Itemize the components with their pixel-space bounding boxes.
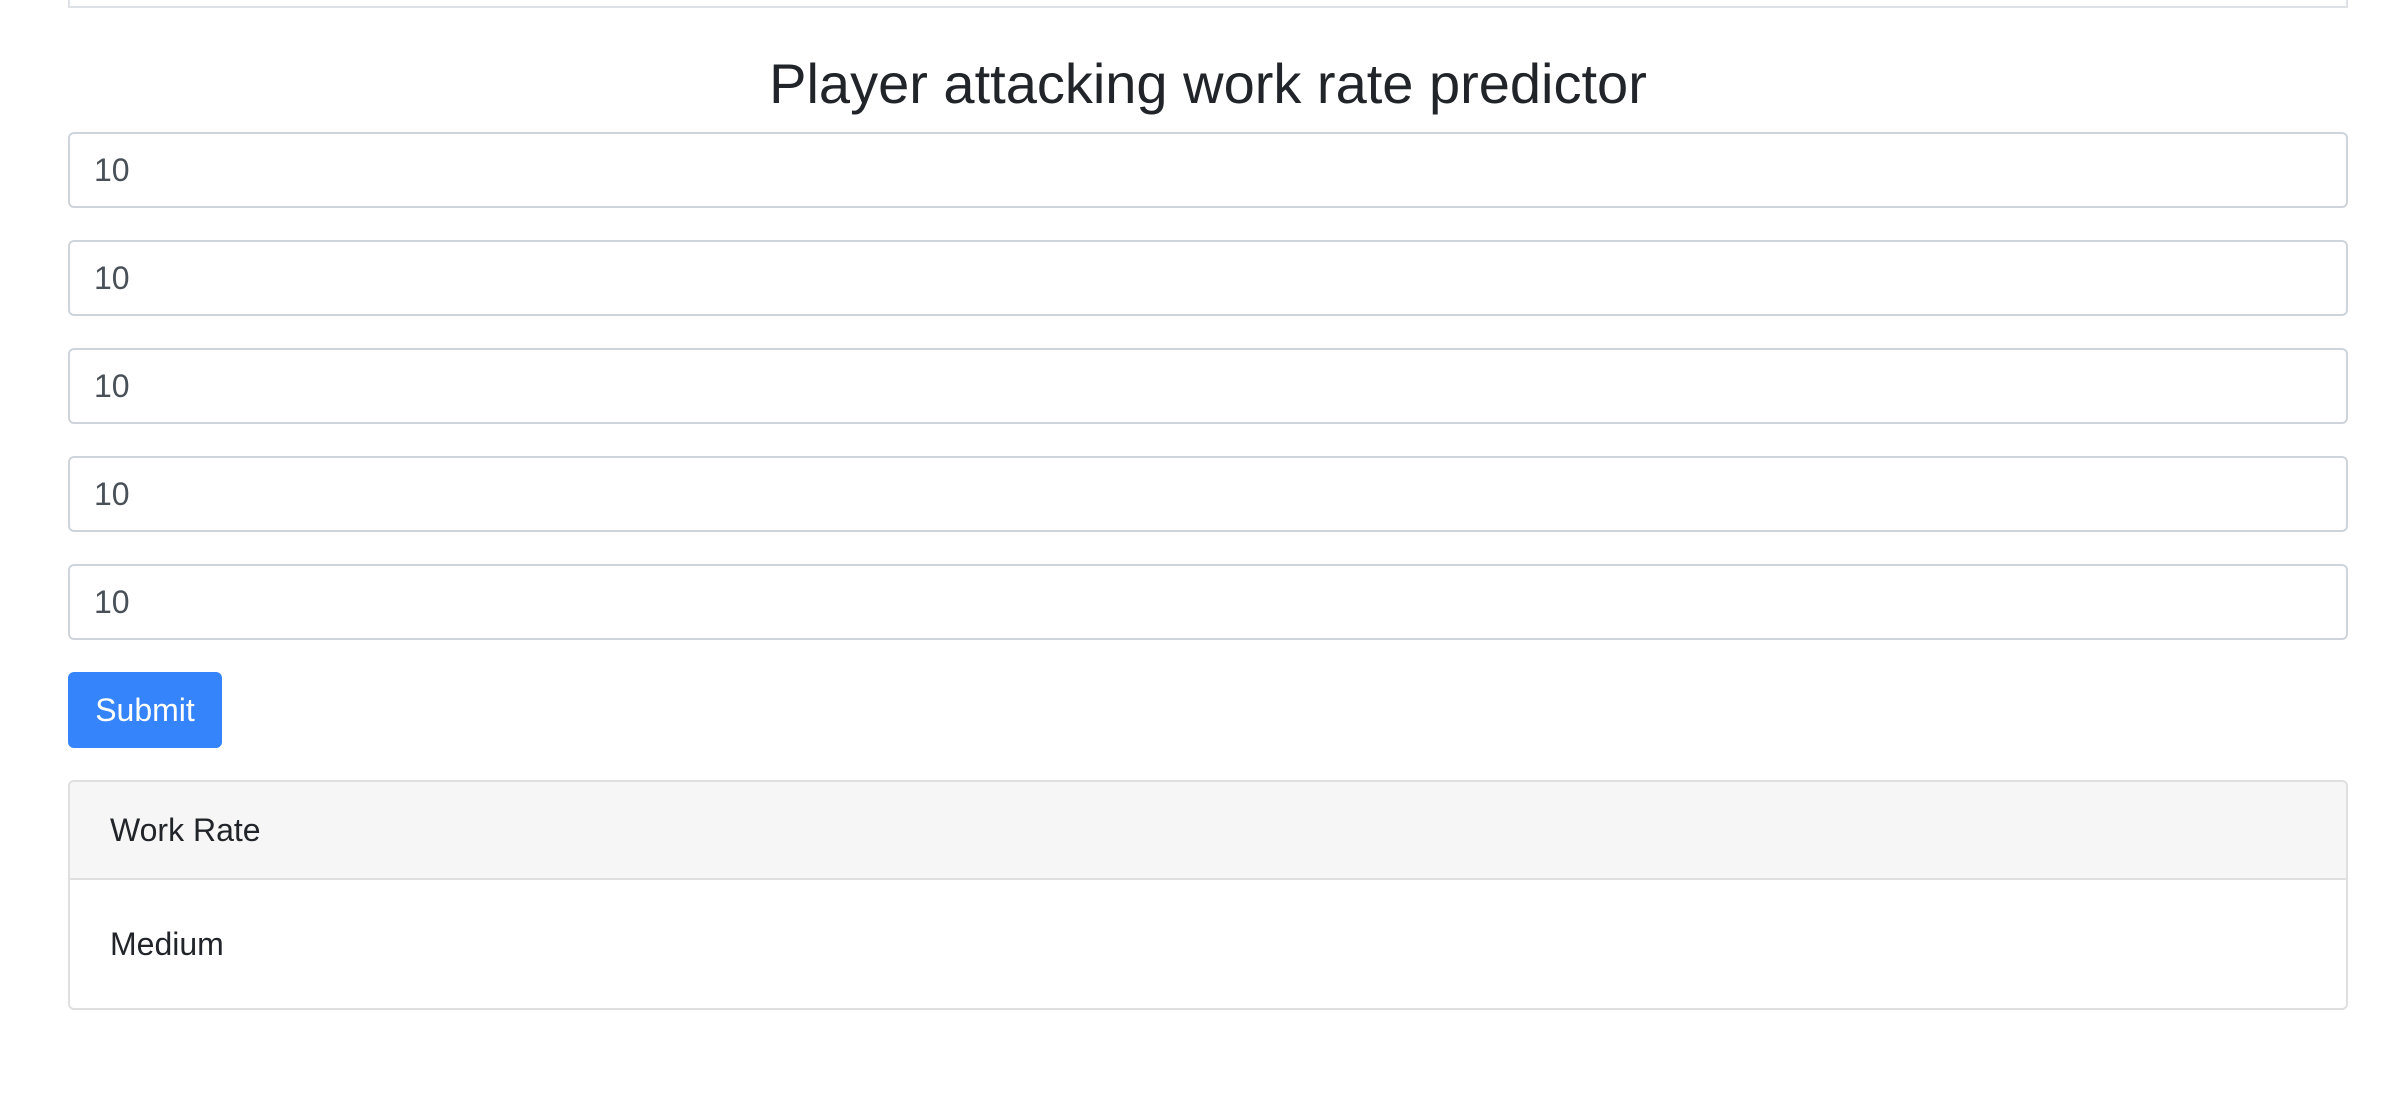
result-card: Work Rate Medium: [68, 780, 2348, 1010]
submit-button[interactable]: Submit: [68, 672, 222, 748]
input-field-4[interactable]: [68, 456, 2348, 532]
result-card-body: Medium: [70, 880, 2346, 1008]
top-divider: [68, 0, 2348, 8]
result-header-label: Work Rate: [110, 811, 261, 848]
input-field-1[interactable]: [68, 132, 2348, 208]
input-field-5[interactable]: [68, 564, 2348, 640]
input-field-2[interactable]: [68, 240, 2348, 316]
result-value: Medium: [110, 925, 224, 962]
result-card-header: Work Rate: [70, 782, 2346, 880]
input-field-3[interactable]: [68, 348, 2348, 424]
page-title: Player attacking work rate predictor: [769, 52, 1647, 115]
